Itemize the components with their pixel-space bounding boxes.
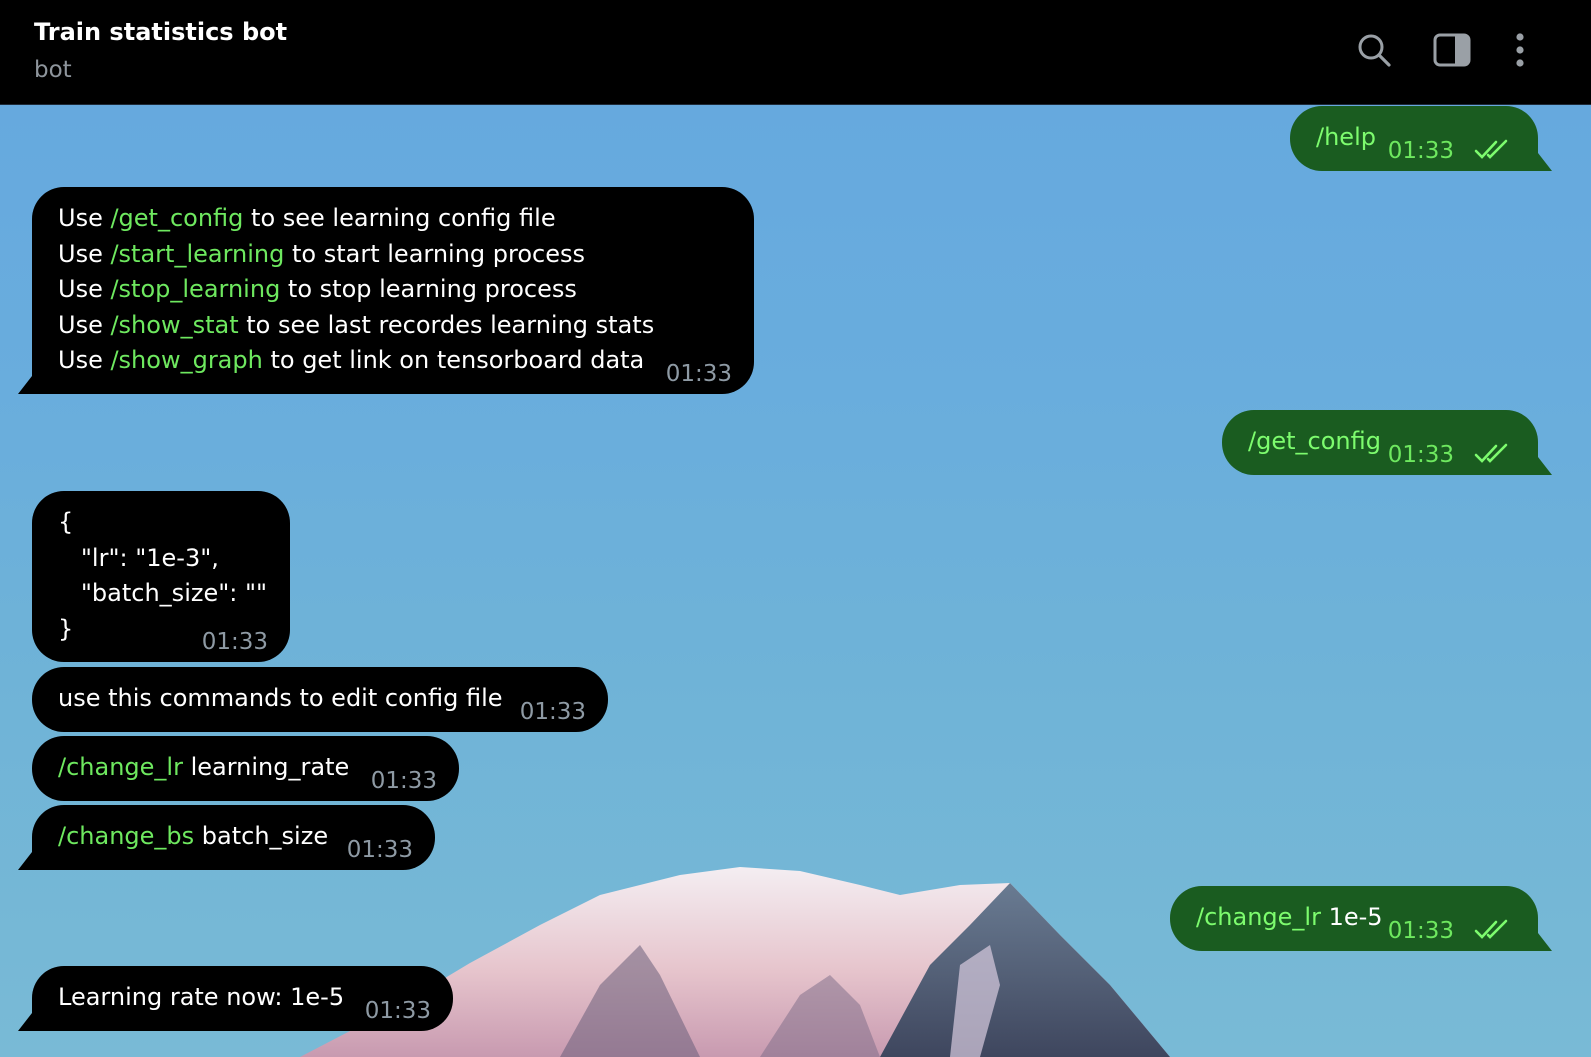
message-time: 01:33 (1387, 442, 1454, 468)
command-link[interactable]: /get_config (110, 204, 243, 232)
command-link[interactable]: /change_lr (1196, 903, 1321, 931)
message-text: Learning rate now: 1e-5 (58, 983, 345, 1011)
sidebar-toggle-icon[interactable] (1430, 28, 1474, 72)
message-text: /change_lr learning_rate (58, 753, 350, 781)
message-text: use this commands to edit config file (58, 684, 503, 712)
command-link[interactable]: /change_lr (58, 753, 183, 781)
double-check-icon (1474, 139, 1508, 159)
message-time: 01:33 (370, 768, 437, 794)
message-time: 01:33 (665, 361, 732, 387)
message-text: /change_bs batch_size (58, 822, 329, 850)
help-line: Use /get_config to see learning config f… (58, 204, 556, 232)
help-line: Use /show_stat to see last recordes lear… (58, 310, 655, 339)
help-line: Use /stop_learning to stop learning proc… (58, 275, 577, 303)
config-line: "lr": "1e-3", (58, 543, 219, 572)
message-bubble-outgoing[interactable]: /help 01:33 (1290, 106, 1538, 171)
chat-header: Train statistics bot bot (0, 0, 1591, 105)
message-text: /help (1316, 123, 1376, 151)
message-time: 01:33 (1387, 138, 1454, 164)
command-link[interactable]: /start_learning (110, 240, 284, 268)
more-vertical-icon[interactable] (1498, 28, 1542, 72)
message-bubble-incoming[interactable]: Use /get_config to see learning config f… (32, 187, 754, 394)
command-link[interactable]: /stop_learning (110, 275, 280, 303)
chat-status: bot (34, 57, 72, 83)
message-time: 01:33 (346, 837, 413, 863)
command-link[interactable]: /show_graph (110, 346, 262, 374)
message-text: /get_config (1248, 427, 1381, 455)
double-check-icon (1474, 919, 1508, 939)
command-link[interactable]: /show_stat (110, 311, 238, 339)
message-bubble-incoming[interactable]: { "lr": "1e-3", "batch_size": "" } 01:33 (32, 491, 290, 662)
config-line: "batch_size": "" (58, 579, 268, 607)
message-bubble-incoming[interactable]: /change_bs batch_size 01:33 (32, 805, 435, 870)
message-bubble-outgoing[interactable]: /get_config 01:33 (1222, 410, 1538, 475)
message-time: 01:33 (1387, 918, 1454, 944)
message-bubble-outgoing[interactable]: /change_lr 1e-5 01:33 (1170, 886, 1538, 951)
message-time: 01:33 (519, 699, 586, 725)
command-link[interactable]: /change_bs (58, 822, 194, 850)
message-text: /change_lr 1e-5 (1196, 903, 1383, 931)
double-check-icon (1474, 443, 1508, 463)
chat-title[interactable]: Train statistics bot (34, 18, 287, 46)
chat-area[interactable]: /help 01:33 Use /get_config to see learn… (0, 105, 1591, 1057)
message-bubble-incoming[interactable]: use this commands to edit config file 01… (32, 667, 608, 732)
message-bubble-incoming[interactable]: Learning rate now: 1e-5 01:33 (32, 966, 453, 1031)
help-line: Use /show_graph to get link on tensorboa… (58, 346, 645, 374)
message-time: 01:33 (201, 629, 268, 655)
message-time: 01:33 (364, 998, 431, 1024)
help-line: Use /start_learning to start learning pr… (58, 239, 586, 268)
message-bubble-incoming[interactable]: /change_lr learning_rate 01:33 (32, 736, 459, 801)
config-line: { (58, 508, 74, 536)
search-icon[interactable] (1352, 28, 1396, 72)
